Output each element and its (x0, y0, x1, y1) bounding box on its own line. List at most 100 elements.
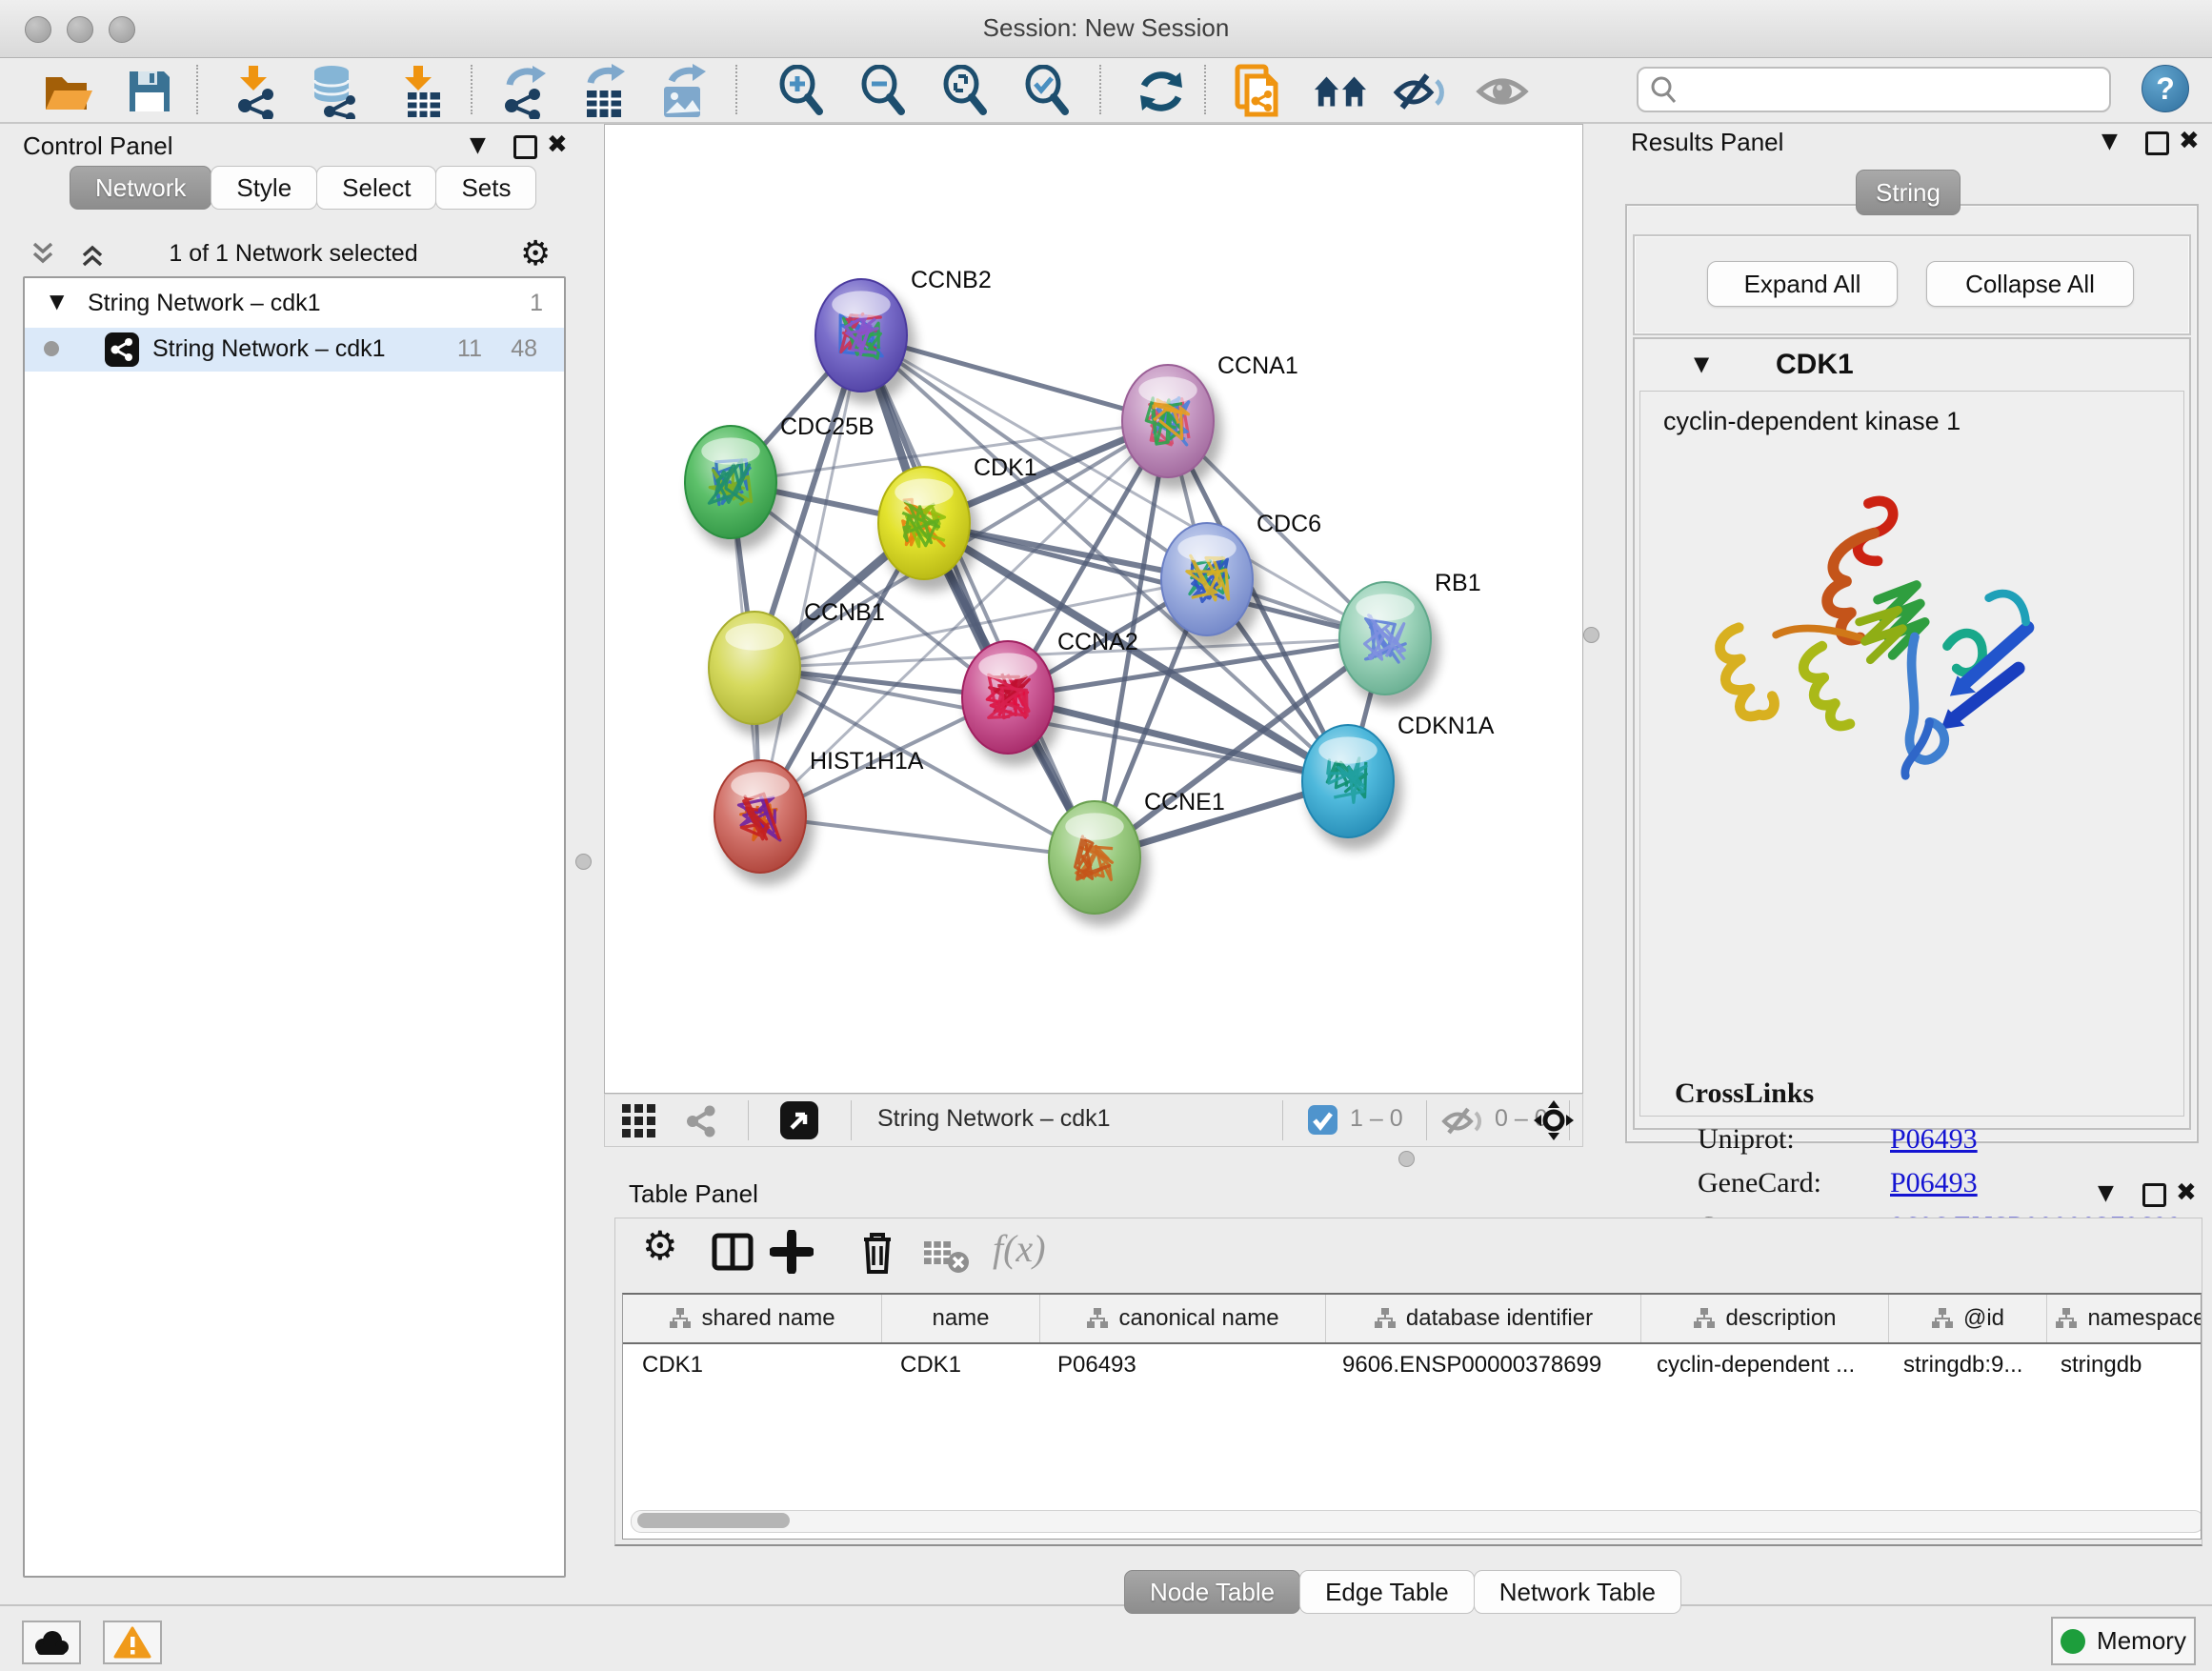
edge-CCNB2-CCNE1[interactable] (861, 335, 1095, 857)
column-header--id[interactable]: @id (1889, 1295, 2047, 1342)
tab-style[interactable]: Style (211, 166, 317, 210)
node-HIST1H1A[interactable]: HIST1H1A (714, 748, 924, 885)
node-CCNE1[interactable]: CCNE1 (1049, 789, 1225, 926)
close-panel-icon[interactable]: ✖ (547, 131, 568, 159)
open-session-button[interactable] (40, 64, 95, 119)
right-splitter-handle[interactable] (1583, 627, 1599, 643)
memory-button[interactable]: Memory (2051, 1617, 2196, 1665)
node-CCNA1[interactable]: CCNA1 (1122, 352, 1298, 490)
tree-icon (669, 1307, 692, 1330)
crosslink-link[interactable]: P06493 (1890, 1123, 1978, 1156)
fit-selected-crosshair-icon[interactable] (1533, 1099, 1575, 1141)
collapse-panel-icon[interactable]: ▼ (2101, 130, 2118, 153)
expand-all-button[interactable]: Expand All (1707, 261, 1898, 307)
float-panel-icon[interactable] (513, 135, 537, 159)
selected-count: 1 – 0 (1350, 1105, 1403, 1133)
zoom-out-icon (858, 65, 908, 118)
table-cell[interactable]: stringdb:9... (1884, 1344, 2041, 1386)
table-cell[interactable]: cyclin-dependent ... (1638, 1344, 1884, 1386)
app-status-bar: Memory (0, 1604, 2212, 1671)
scrollbar-thumb[interactable] (637, 1513, 790, 1528)
node-CDC6[interactable]: CDC6 (1161, 511, 1321, 648)
grid-view-icon[interactable] (620, 1102, 662, 1140)
column-label: description (1725, 1305, 1836, 1332)
float-panel-icon[interactable] (2142, 1183, 2166, 1207)
tab-network[interactable]: Network (70, 166, 211, 210)
export-table-button[interactable] (577, 64, 633, 119)
node-CCNB1[interactable]: CCNB1 (709, 599, 885, 736)
table-cell[interactable]: stringdb (2041, 1344, 2202, 1386)
import-network-database-button[interactable] (309, 64, 364, 119)
collapse-panel-icon[interactable]: ▼ (470, 133, 486, 157)
share-view-icon[interactable] (683, 1102, 719, 1140)
table-cell[interactable]: CDK1 (881, 1344, 1038, 1386)
selected-checkbox[interactable] (1308, 1105, 1337, 1135)
float-panel-icon[interactable] (2145, 131, 2169, 155)
trash-icon[interactable] (858, 1230, 896, 1276)
tab-node-table[interactable]: Node Table (1124, 1570, 1300, 1614)
node-CCNB2[interactable]: CCNB2 (815, 267, 992, 404)
network-collection-row[interactable]: ▼ String Network – cdk1 1 (25, 282, 564, 326)
column-header-name[interactable]: name (882, 1295, 1040, 1342)
export-image-button[interactable] (657, 64, 713, 119)
column-header-canonical-name[interactable]: canonical name (1040, 1295, 1326, 1342)
protein-section: ▼ CDK1 cyclin-dependent kinase 1 (1633, 337, 2191, 1130)
tab-network-table[interactable]: Network Table (1474, 1570, 1681, 1614)
gear-icon[interactable]: ⚙ (520, 234, 551, 273)
refresh-view-button[interactable] (1134, 64, 1189, 119)
table-cell[interactable]: P06493 (1038, 1344, 1323, 1386)
hidden-eye-slash-icon[interactable] (1441, 1103, 1485, 1139)
horizontal-scrollbar[interactable] (631, 1510, 2202, 1533)
node-CDC25B[interactable]: CDC25B (685, 413, 875, 551)
node-CDKN1A[interactable]: CDKN1A (1302, 713, 1495, 850)
column-header-description[interactable]: description (1641, 1295, 1889, 1342)
node-label-CCNB1: CCNB1 (804, 599, 885, 626)
column-header-shared-name[interactable]: shared name (623, 1295, 882, 1342)
search-field[interactable] (1637, 67, 2111, 112)
collapse-section-icon[interactable]: ▼ (1694, 352, 1709, 375)
export-network-button[interactable] (497, 64, 553, 119)
help-button[interactable]: ? (2142, 65, 2189, 112)
show-welcome-screen-button[interactable] (1313, 64, 1368, 119)
zoom-fit-button[interactable] (937, 64, 993, 119)
tab-sets[interactable]: Sets (435, 166, 536, 210)
search-input[interactable] (1684, 70, 2098, 107)
edge-CCNB2-HIST1H1A[interactable] (760, 335, 861, 816)
warnings-button[interactable] (103, 1621, 162, 1664)
birdseye-toggle-button[interactable] (780, 1101, 818, 1139)
clone-network-button[interactable] (1231, 64, 1286, 119)
collapse-panel-icon[interactable]: ▼ (2098, 1181, 2114, 1205)
column-header-namespace[interactable]: namespace (2047, 1295, 2202, 1342)
cloud-button[interactable] (22, 1621, 81, 1664)
network-row-selected[interactable]: String Network – cdk1 11 48 (25, 328, 564, 372)
tab-select[interactable]: Select (316, 166, 436, 210)
tab-string[interactable]: String (1856, 170, 1961, 215)
columns-icon[interactable] (711, 1230, 754, 1274)
hide-selected-button[interactable] (1393, 64, 1448, 119)
collapse-all-button[interactable]: Collapse All (1926, 261, 2134, 307)
close-panel-icon[interactable]: ✖ (2179, 127, 2200, 155)
add-icon[interactable] (770, 1230, 814, 1274)
import-table-file-button[interactable] (396, 64, 452, 119)
node-RB1[interactable]: RB1 (1339, 570, 1481, 707)
close-panel-icon[interactable]: ✖ (2176, 1178, 2197, 1207)
collapse-row-icon[interactable]: ▼ (50, 290, 64, 312)
node-table[interactable]: shared namenamecanonical namedatabase id… (622, 1293, 2202, 1540)
protein-section-header[interactable]: ▼ CDK1 (1635, 339, 2189, 391)
import-network-file-button[interactable] (231, 64, 286, 119)
table-cell[interactable]: 9606.ENSP00000378699 (1323, 1344, 1638, 1386)
zoom-out-button[interactable] (855, 64, 911, 119)
zoom-selected-button[interactable] (1019, 64, 1075, 119)
tab-edge-table[interactable]: Edge Table (1299, 1570, 1475, 1614)
table-row[interactable]: CDK1CDK1P064939606.ENSP00000378699cyclin… (623, 1344, 2201, 1386)
zoom-in-button[interactable] (774, 64, 829, 119)
left-splitter-handle[interactable] (575, 854, 592, 870)
save-session-button[interactable] (122, 64, 177, 119)
expand-all-icon[interactable] (78, 238, 107, 271)
column-header-database-identifier[interactable]: database identifier (1326, 1295, 1641, 1342)
table-cell[interactable]: CDK1 (623, 1344, 881, 1386)
gear-icon[interactable]: ⚙ (642, 1222, 678, 1269)
network-canvas[interactable]: CCNB2CCNA1CDC25BCDK1CDC6RB1CCNB1CCNA2CDK… (604, 124, 1583, 1094)
show-all-button[interactable] (1475, 64, 1530, 119)
collapse-all-icon[interactable] (29, 238, 57, 271)
